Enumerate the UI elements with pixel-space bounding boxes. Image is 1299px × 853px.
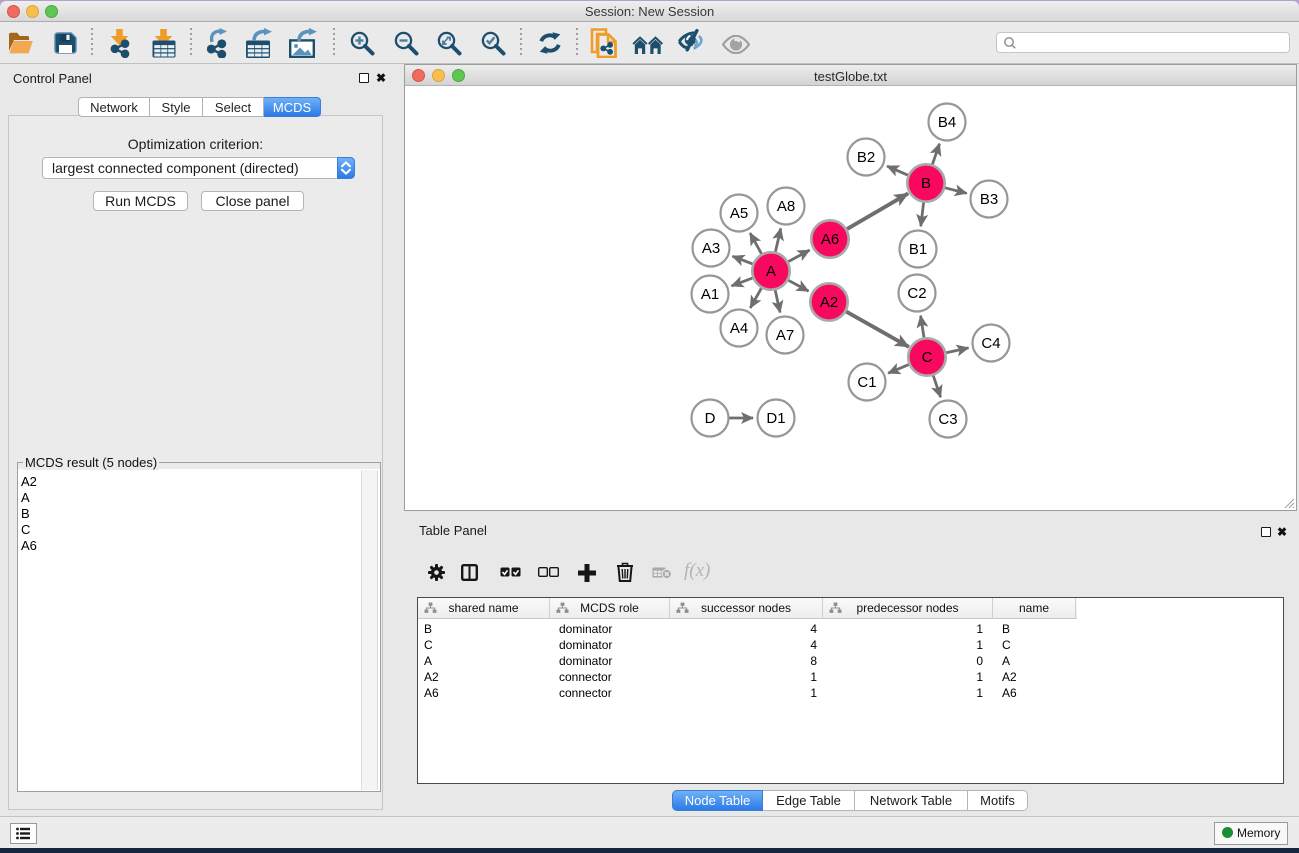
svg-text:A6: A6: [821, 231, 839, 248]
svg-text:C3: C3: [938, 411, 957, 428]
svg-text:A1: A1: [701, 286, 719, 303]
svg-text:C4: C4: [981, 335, 1000, 352]
svg-text:A8: A8: [777, 198, 795, 215]
svg-text:B2: B2: [857, 149, 875, 166]
svg-text:A: A: [766, 263, 776, 280]
svg-text:B3: B3: [980, 191, 998, 208]
svg-text:C2: C2: [907, 285, 926, 302]
svg-text:B1: B1: [909, 241, 927, 258]
svg-text:D: D: [705, 410, 716, 427]
svg-text:C: C: [922, 349, 933, 366]
svg-text:A5: A5: [730, 205, 748, 222]
svg-text:D1: D1: [766, 410, 785, 427]
svg-text:A7: A7: [776, 327, 794, 344]
svg-text:A2: A2: [820, 294, 838, 311]
svg-text:B: B: [921, 175, 931, 192]
svg-text:B4: B4: [938, 114, 956, 131]
svg-text:A3: A3: [702, 240, 720, 257]
svg-text:C1: C1: [857, 374, 876, 391]
svg-text:A4: A4: [730, 320, 748, 337]
